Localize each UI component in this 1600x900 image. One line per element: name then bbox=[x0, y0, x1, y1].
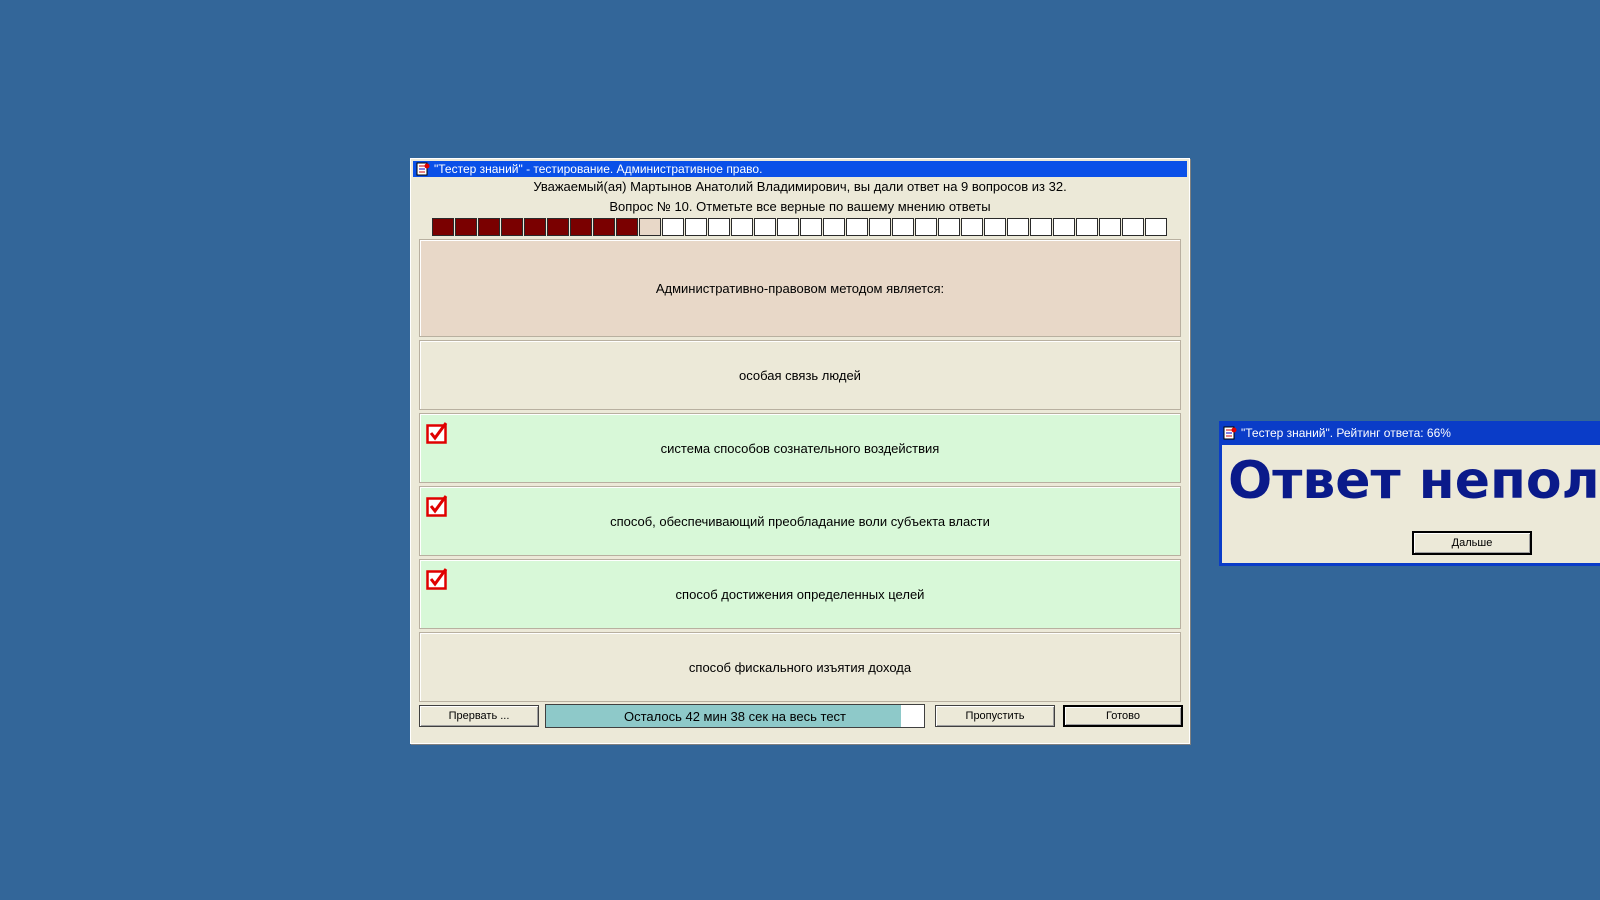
progress-cell bbox=[478, 218, 500, 236]
answer-option-3[interactable]: способ, обеспечивающий преобладание воли… bbox=[419, 486, 1181, 556]
progress-cell bbox=[501, 218, 523, 236]
progress-cell bbox=[754, 218, 776, 236]
progress-cell bbox=[593, 218, 615, 236]
main-title-bar[interactable]: "Тестер знаний" - тестирование. Админист… bbox=[413, 161, 1187, 177]
answer-option-1[interactable]: особая связь людей bbox=[419, 340, 1181, 410]
progress-cell bbox=[639, 218, 661, 236]
done-button[interactable]: Готово bbox=[1063, 705, 1183, 727]
progress-cell bbox=[616, 218, 638, 236]
progress-cell bbox=[662, 218, 684, 236]
progress-cell bbox=[1122, 218, 1144, 236]
skip-button[interactable]: Пропустить bbox=[935, 705, 1055, 727]
progress-cell bbox=[731, 218, 753, 236]
progress-cell bbox=[869, 218, 891, 236]
progress-cell bbox=[846, 218, 868, 236]
progress-cell bbox=[1007, 218, 1029, 236]
checkmark-icon[interactable] bbox=[426, 422, 448, 444]
question-text: Административно-правовом методом являетс… bbox=[655, 280, 945, 296]
progress-cell bbox=[1099, 218, 1121, 236]
progress-cell bbox=[685, 218, 707, 236]
time-remaining-bar: Осталось 42 мин 38 сек на весь тест bbox=[545, 704, 925, 728]
checkmark-icon[interactable] bbox=[426, 568, 448, 590]
progress-cell bbox=[800, 218, 822, 236]
popup-message: Ответ неполн bbox=[1228, 451, 1600, 511]
question-number-line: Вопрос № 10. Отметьте все верные по ваше… bbox=[609, 199, 991, 214]
popup-title-bar[interactable]: "Тестер знаний". Рейтинг ответа: 66% bbox=[1221, 424, 1600, 442]
answer-text: система способов сознательного воздейств… bbox=[660, 440, 940, 456]
desktop: { "main_window": { "title": "\"Тестер зн… bbox=[0, 0, 1600, 900]
test-sheet-icon bbox=[416, 162, 430, 176]
popup-body: Ответ неполн Дальше bbox=[1222, 445, 1600, 563]
abort-button-label: Прервать ... bbox=[448, 710, 510, 722]
greeting-text: Уважаемый(ая) Мартынов Анатолий Владимир… bbox=[533, 179, 1067, 194]
progress-cell bbox=[708, 218, 730, 236]
answer-option-2[interactable]: система способов сознательного воздейств… bbox=[419, 413, 1181, 483]
next-button-label: Дальше bbox=[1451, 537, 1493, 549]
next-button[interactable]: Дальше bbox=[1412, 531, 1532, 555]
answer-text: особая связь людей bbox=[739, 367, 861, 383]
answer-option-4[interactable]: способ достижения определенных целей bbox=[419, 559, 1181, 629]
progress-cell bbox=[1145, 218, 1167, 236]
progress-cell bbox=[1076, 218, 1098, 236]
answer-text: способ достижения определенных целей bbox=[675, 586, 925, 602]
progress-cell bbox=[1030, 218, 1052, 236]
skip-button-label: Пропустить bbox=[965, 710, 1025, 722]
progress-cell bbox=[455, 218, 477, 236]
progress-cell bbox=[547, 218, 569, 236]
progress-cell bbox=[892, 218, 914, 236]
popup-title: "Тестер знаний". Рейтинг ответа: 66% bbox=[1241, 426, 1451, 440]
main-window-title: "Тестер знаний" - тестирование. Админист… bbox=[434, 162, 763, 176]
time-remaining-text: Осталось 42 мин 38 сек на весь тест bbox=[623, 708, 847, 724]
progress-cell bbox=[961, 218, 983, 236]
progress-cell bbox=[570, 218, 592, 236]
progress-cell bbox=[777, 218, 799, 236]
progress-cell bbox=[938, 218, 960, 236]
progress-cell bbox=[1053, 218, 1075, 236]
progress-cell bbox=[524, 218, 546, 236]
test-sheet-icon bbox=[1223, 426, 1237, 440]
abort-button[interactable]: Прервать ... bbox=[419, 705, 539, 727]
answer-rating-popup: "Тестер знаний". Рейтинг ответа: 66% Отв… bbox=[1219, 421, 1600, 566]
main-window: "Тестер знаний" - тестирование. Админист… bbox=[410, 158, 1190, 744]
done-button-label: Готово bbox=[1106, 710, 1140, 722]
progress-cell bbox=[984, 218, 1006, 236]
checkmark-icon[interactable] bbox=[426, 495, 448, 517]
question-box: Административно-правовом методом являетс… bbox=[419, 239, 1181, 337]
answer-text: способ фискального изъятия дохода bbox=[688, 659, 912, 675]
answer-text: способ, обеспечивающий преобладание воли… bbox=[610, 513, 990, 529]
progress-cell bbox=[432, 218, 454, 236]
progress-cell bbox=[823, 218, 845, 236]
answer-option-5[interactable]: способ фискального изъятия дохода bbox=[419, 632, 1181, 702]
progress-cell bbox=[915, 218, 937, 236]
